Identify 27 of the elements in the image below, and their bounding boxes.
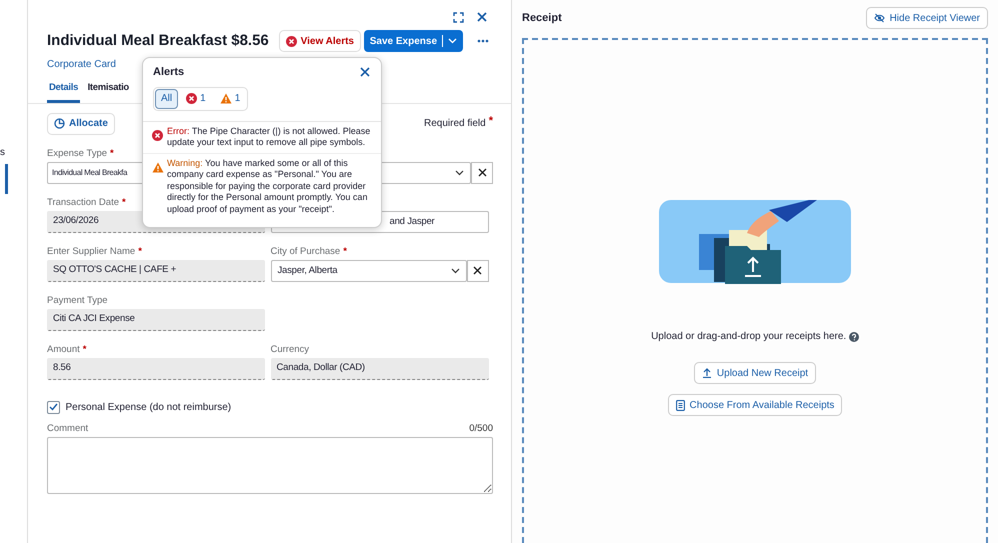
- field-label: Transaction Date: [47, 196, 119, 210]
- field-label: Enter Supplier Name: [47, 244, 136, 259]
- required-mark: *: [110, 146, 114, 161]
- required-mark: *: [82, 342, 86, 357]
- sidebar-text: s: [0, 146, 5, 160]
- required-note: Required field: [424, 116, 486, 130]
- field-label: Payment Type: [47, 294, 108, 308]
- field-label: Comment: [47, 422, 88, 436]
- alert-message: Error: The Pipe Character (|) is not allowed. Please update your text input to remove all pipe symbols.: [167, 126, 372, 148]
- upload-hint: Upload or drag-and-drop your receipts here.: [651, 330, 846, 344]
- input-field: SQ OTTO'S CACHE | CAFE +: [47, 260, 265, 282]
- field-label: Amount: [47, 342, 80, 357]
- expense-title: Individual Meal Breakfast $8.56: [47, 30, 269, 51]
- field-label: Expense Type: [47, 146, 108, 161]
- input-field: Citi CA JCI Expense: [47, 308, 265, 331]
- character-counter: 0/500: [469, 422, 493, 436]
- checkbox-label: Personal Expense (do not reimburse): [66, 400, 232, 415]
- required-mark: *: [488, 114, 493, 128]
- popover-title: Alerts: [153, 65, 184, 80]
- input-field: 8.56: [47, 358, 265, 380]
- field-label: Currency: [270, 342, 310, 357]
- panel-title: Receipt: [522, 10, 562, 26]
- required-mark: *: [343, 244, 347, 259]
- input-field: Canada, Dollar (CAD): [270, 358, 488, 380]
- field-label: City of Purchase: [270, 244, 340, 259]
- required-mark: *: [122, 196, 126, 210]
- required-mark: *: [138, 244, 142, 259]
